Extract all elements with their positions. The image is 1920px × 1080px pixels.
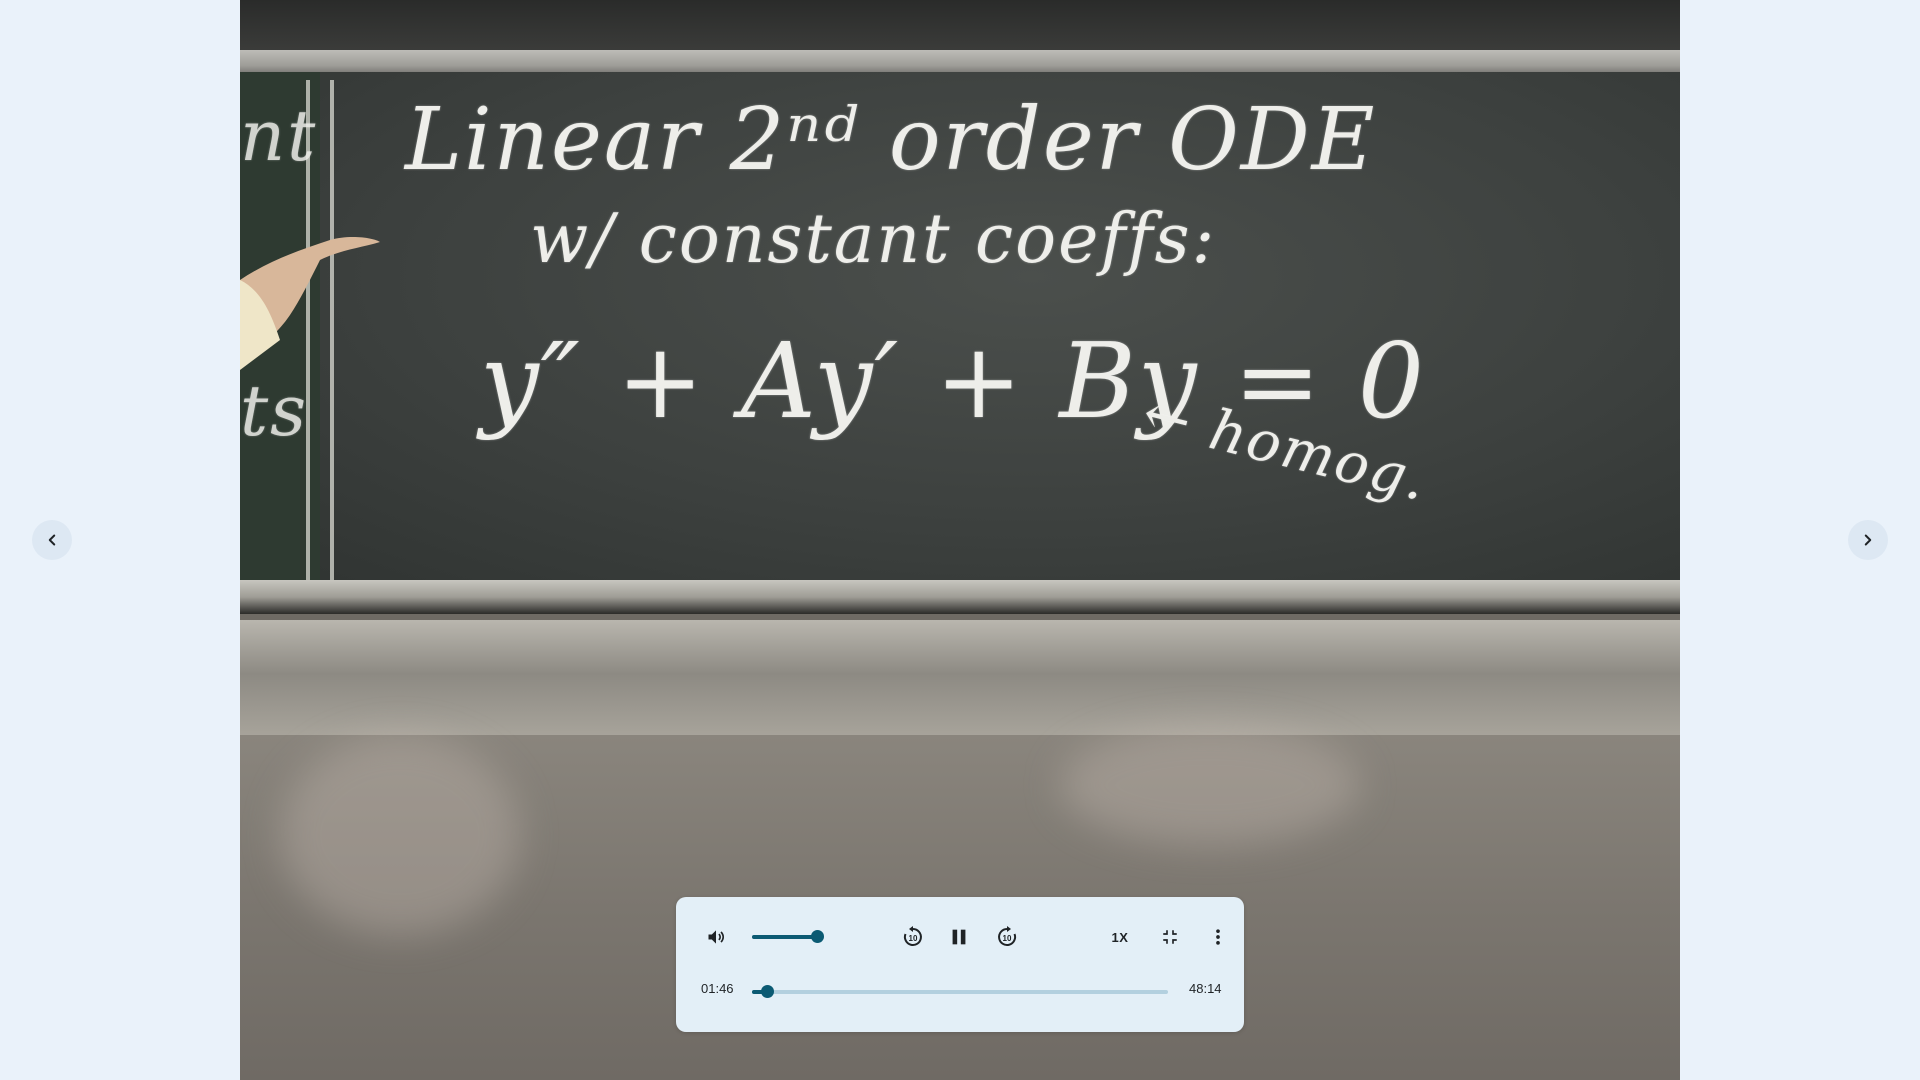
replay-10-icon: 10 — [903, 926, 922, 946]
forward-10-button[interactable]: 10 — [992, 922, 1022, 952]
volume-slider-thumb[interactable] — [810, 930, 824, 943]
volume-button[interactable] — [701, 922, 731, 952]
more-vert-icon — [1216, 929, 1220, 945]
chevron-right-icon — [1864, 534, 1872, 546]
chalk-left-fragment-bottom: ts — [240, 370, 309, 452]
lecturer-hand — [240, 236, 380, 370]
total-duration: 48:14 — [1189, 981, 1222, 996]
rewind-10-button[interactable]: 10 — [898, 922, 928, 952]
player-controls: 10 10 1X 01:46 48:14 — [676, 897, 1244, 1032]
chevron-left-icon — [48, 534, 56, 546]
svg-text:10: 10 — [909, 934, 918, 943]
svg-text:10: 10 — [1003, 934, 1012, 943]
chalk-subtitle: w/ constant coeffs: — [530, 200, 1217, 279]
chalk-left-fragment-top: nt — [240, 95, 318, 177]
more-options-button[interactable] — [1203, 922, 1233, 952]
current-time: 01:46 — [701, 981, 734, 996]
wall-top — [240, 0, 1680, 55]
playback-speed-button[interactable]: 1X — [1100, 925, 1140, 949]
seek-bar[interactable] — [752, 985, 1168, 998]
media-viewer: nt ts Linear 2ⁿᵈ order ODE w/ constant c… — [0, 0, 1920, 1080]
seek-bar-thumb[interactable] — [761, 985, 775, 998]
pause-icon — [952, 929, 966, 945]
forward-10-icon: 10 — [998, 926, 1017, 946]
volume-slider-fill — [752, 935, 817, 939]
board-rail-bottom — [240, 580, 1680, 614]
volume-icon — [708, 930, 725, 944]
pause-button[interactable] — [944, 922, 974, 952]
volume-slider[interactable] — [752, 930, 824, 943]
next-button[interactable] — [1848, 520, 1888, 560]
exit-fullscreen-icon — [1163, 930, 1177, 944]
chalk-ledge — [240, 620, 1680, 740]
chalk-title: Linear 2ⁿᵈ order ODE — [405, 90, 1377, 190]
exit-fullscreen-button[interactable] — [1155, 922, 1185, 952]
previous-button[interactable] — [32, 520, 72, 560]
